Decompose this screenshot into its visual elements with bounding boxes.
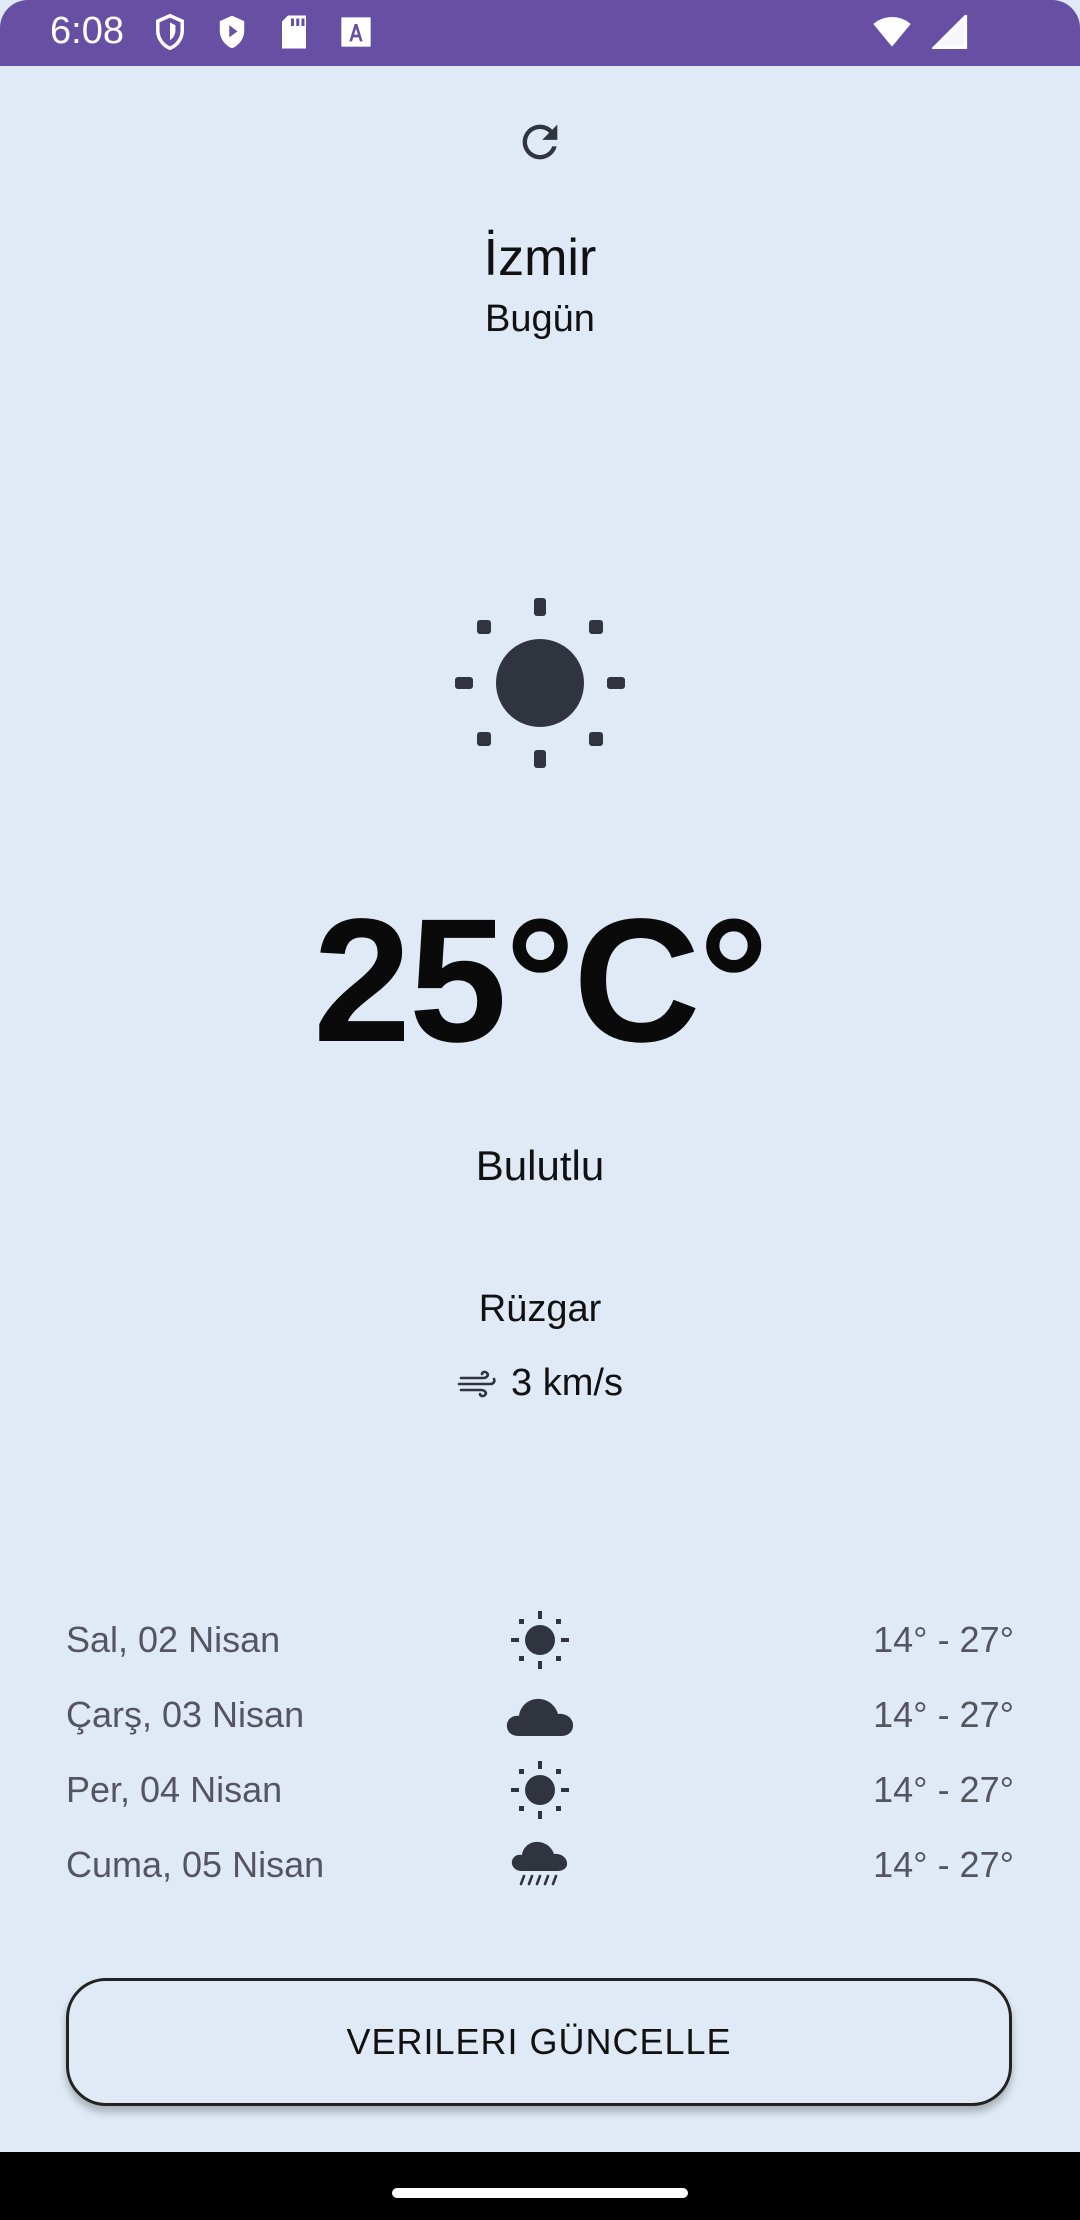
forecast-list: Sal, 02 Nisan 14° - 27° Çarş, 03 Nisan 1… [66,1602,1014,1902]
wind-label: Rüzgar [478,1288,602,1330]
refresh-icon [522,124,558,160]
text-a-icon [336,12,376,52]
status-bar: 6:08 [0,0,1080,66]
cellular-signal-icon [930,12,970,52]
wind-icon [457,1370,496,1397]
forecast-date: Cuma, 05 Nisan [66,1843,325,1885]
forecast-range: 14° - 27° [873,1843,1014,1885]
sun-icon [504,1604,576,1676]
weather-condition: Bulutlu [475,1142,605,1189]
forecast-range: 14° - 27° [873,1618,1014,1660]
status-icons-left [150,12,376,52]
refresh-button[interactable] [510,112,570,172]
day-label: Bugün [485,298,595,340]
status-time: 6:08 [50,10,124,52]
sun-icon [455,598,625,768]
navigation-bar [0,2152,1080,2220]
forecast-row: Cuma, 05 Nisan 14° - 27° [66,1827,1014,1902]
cloud-icon [504,1679,576,1751]
wind-speed: 3 km/s [511,1362,623,1404]
wifi-icon [872,12,912,52]
forecast-date: Per, 04 Nisan [66,1768,283,1810]
forecast-date: Sal, 02 Nisan [66,1618,281,1660]
forecast-row: Per, 04 Nisan 14° - 27° [66,1752,1014,1827]
city-name: İzmir [483,229,597,287]
forecast-row: Sal, 02 Nisan 14° - 27° [66,1602,1014,1677]
sd-card-icon [274,12,314,52]
rain-cloud-icon [504,1829,576,1901]
forecast-date: Çarş, 03 Nisan [66,1693,305,1735]
update-data-button[interactable]: VERILERI GÜNCELLE [66,1978,1012,2106]
forecast-range: 14° - 27° [873,1693,1014,1735]
current-temperature: 25°C° [313,883,769,1079]
forecast-row: Çarş, 03 Nisan 14° - 27° [66,1677,1014,1752]
shield-outline-icon [150,12,190,52]
weather-screen: 6:08 İzmir Bugün 25°C° Bulutlu Rüzgar 3 … [0,0,1080,2220]
forecast-range: 14° - 27° [873,1768,1014,1810]
wind-info: 3 km/s [0,1362,1080,1405]
shield-play-icon [212,12,252,52]
status-icons-right [872,12,970,52]
sun-icon [504,1754,576,1826]
home-gesture-handle[interactable] [392,2188,688,2198]
